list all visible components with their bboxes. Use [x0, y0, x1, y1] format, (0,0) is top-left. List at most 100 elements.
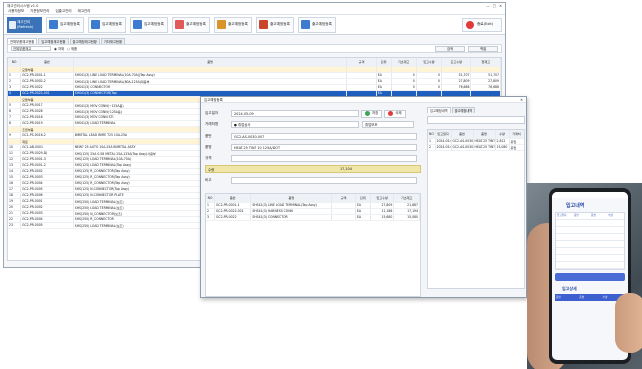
menu-item[interactable]: 사용자정보: [8, 9, 24, 14]
radio-product[interactable]: ○ 제품: [67, 46, 77, 51]
table-cell: HEAT.25 TIN?: [473, 144, 496, 151]
table-cell: 2: [428, 144, 436, 151]
column-header[interactable]: 단위: [355, 194, 371, 203]
column-header[interactable]: 거래처: [509, 130, 524, 139]
column-header[interactable]: 규격: [346, 58, 377, 67]
save-button[interactable]: 저장: [361, 109, 383, 118]
column-header[interactable]: 입고일자: [435, 130, 452, 139]
column-header[interactable]: 입고수량: [416, 58, 443, 67]
toolbar-button[interactable]: 출고예정등록: [214, 16, 252, 33]
filter-bar: 전체부품재고 ◉ 자재 ○ 제품 검색 엑셀: [7, 44, 502, 53]
phone-cell: [590, 234, 607, 240]
thumb-image: [615, 293, 642, 353]
menu-item[interactable]: 재고관리: [78, 9, 91, 14]
maximize-icon[interactable]: □: [493, 4, 496, 8]
column-header[interactable]: 품명: [250, 194, 333, 203]
phone-list-row[interactable]: [556, 248, 624, 255]
column-header[interactable]: 품번: [451, 130, 474, 139]
column-header[interactable]: NO: [428, 130, 436, 139]
column-header[interactable]: 입고수량: [370, 194, 395, 203]
column-header[interactable]: 출고수량: [441, 58, 472, 67]
column-header[interactable]: 기초재고: [391, 58, 417, 67]
toolbar-button[interactable]: 출고예정등록: [256, 16, 294, 33]
table-cell: 3: [206, 214, 216, 221]
delete-button[interactable]: 삭제: [384, 109, 406, 118]
phone-detail-header: 품번 품명 수량: [555, 294, 625, 301]
column-header[interactable]: 현재고: [470, 58, 501, 67]
phone-list-row[interactable]: [556, 227, 624, 234]
phone-list-row[interactable]: [556, 220, 624, 227]
phone-list-row[interactable]: [556, 262, 624, 269]
partner-select[interactable]: ● 휴업상사: [231, 121, 359, 128]
dialog-close-icon[interactable]: ✕: [520, 97, 526, 102]
column-header[interactable]: NO: [206, 194, 216, 203]
table-row[interactable]: 22024-05-02GC2-AS-0030-007HEAT.25 TIN?15…: [428, 144, 524, 151]
dialog-titlebar: 입고예정등록 ✕: [201, 97, 526, 103]
table-cell: GC2-PR-0022: [214, 214, 252, 221]
exit-button[interactable]: 종료(Exit): [462, 17, 502, 32]
phone-cell: [607, 234, 624, 240]
name-input[interactable]: HEAT.25 TIN? 10 125A/DOT: [231, 144, 417, 151]
name-label: 품명: [205, 145, 212, 149]
column-header[interactable]: 품명: [473, 130, 496, 139]
refresh-button[interactable]: 재고관리 (Refresh): [7, 16, 42, 33]
spec-input[interactable]: [231, 155, 417, 162]
minimize-icon[interactable]: —: [486, 4, 490, 8]
phone-cell: [556, 248, 573, 254]
excel-button[interactable]: 엑셀: [468, 45, 498, 52]
tab-other-stock[interactable]: 기타재고현황: [100, 38, 125, 44]
truck-icon: [301, 20, 310, 29]
power-icon: [466, 20, 474, 29]
tab-outbound-stock[interactable]: 출고예정재고현황: [69, 38, 100, 44]
history-search-input[interactable]: [427, 116, 525, 124]
column-header[interactable]: NO: [8, 58, 22, 67]
phone-list-header: 입고일자 품번 품명 수량: [556, 213, 624, 220]
phone-title: 입고내역: [566, 203, 585, 209]
toolbar-button[interactable]: 입고예정등록: [130, 16, 168, 33]
toolbar-button[interactable]: 입고예정등록: [46, 16, 84, 33]
phone-list-row[interactable]: [556, 241, 624, 248]
column-header[interactable]: 품번: [214, 194, 252, 203]
column-header[interactable]: 기초재고: [393, 194, 420, 203]
code-input[interactable]: GC2-AS-0030-007: [231, 133, 417, 140]
table-cell: SHS41(3) CONNECTOR: [250, 214, 333, 221]
phone-cell: [556, 255, 573, 261]
column-header[interactable]: 품번: [20, 58, 74, 67]
toolbar-button[interactable]: 출고예정등록: [172, 16, 210, 33]
column-header[interactable]: 품명: [73, 58, 348, 67]
dialog-title: 입고예정등록: [204, 98, 223, 102]
phone-cell: [573, 234, 590, 240]
inventory-logo-icon: [9, 20, 16, 29]
phone-list-row[interactable]: [556, 234, 624, 241]
phone-list-row[interactable]: [556, 255, 624, 262]
tab-all-stock[interactable]: 전체부품재고현황: [7, 38, 38, 44]
table-cell: GC2-PR-0005: [20, 222, 74, 229]
box-icon: [49, 20, 58, 29]
date-input[interactable]: 2024-05-09: [231, 110, 359, 117]
tab-inbound-stock[interactable]: 입고예정재고현황: [38, 38, 69, 44]
menu-item[interactable]: 기준정보관리: [30, 9, 49, 14]
table-cell: 23: [8, 222, 22, 229]
search-button[interactable]: 검색: [435, 45, 465, 52]
phone-pager[interactable]: [555, 273, 625, 281]
menu-item[interactable]: 입출고관리: [55, 9, 71, 14]
tab-outbound-history[interactable]: 출고예정내역: [451, 107, 476, 113]
category-select[interactable]: 전체부품재고: [11, 46, 51, 51]
phone-cell: [556, 241, 573, 247]
quantity-row[interactable]: 수량 17,104: [205, 165, 421, 173]
tab-inbound-history[interactable]: 입고예정내역: [427, 107, 451, 113]
note-input[interactable]: [231, 177, 417, 184]
column-header[interactable]: 수량: [495, 130, 510, 139]
toolbar: 재고관리 (Refresh) 입고예정등록 입고예정등록 입고예정등록 출고예정…: [4, 15, 505, 35]
close-icon[interactable]: ✕: [499, 4, 502, 8]
column-header[interactable]: 규격: [331, 194, 356, 203]
toolbar-button[interactable]: 입고예정등록: [88, 16, 126, 33]
toolbar-button[interactable]: 출고예정등록: [298, 16, 336, 33]
partner-extra-field[interactable]: 휴업보조: [362, 121, 414, 128]
radio-material[interactable]: ◉ 자재: [54, 46, 64, 51]
note-label: 비고: [205, 178, 212, 182]
phone-cell: [573, 262, 590, 268]
box-icon: [91, 20, 100, 29]
column-header[interactable]: 단위: [376, 58, 392, 67]
table-row[interactable]: 3 GC2-PR-0022 SHS41(3) CONNECTOR EA 15,680 15…: [206, 214, 420, 221]
